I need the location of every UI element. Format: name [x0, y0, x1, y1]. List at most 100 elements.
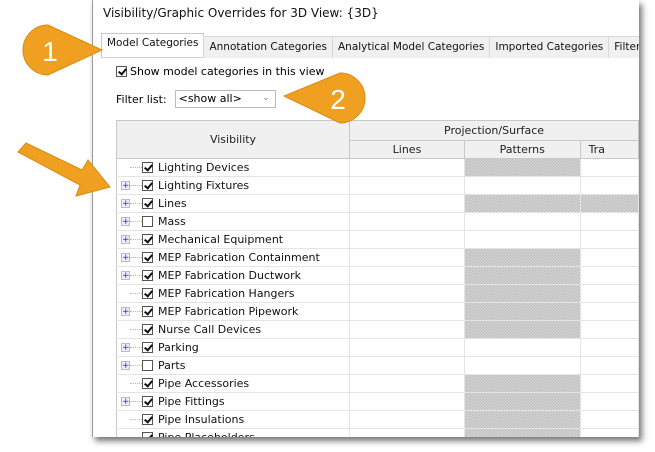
patterns-cell[interactable] — [464, 356, 581, 375]
expand-icon[interactable]: + — [121, 397, 130, 407]
table-row[interactable]: + Mechanical Equipment — [115, 230, 639, 249]
table-row[interactable]: + MEP Fabrication Pipework — [115, 302, 639, 321]
visibility-checkbox[interactable] — [142, 432, 153, 437]
expand-icon[interactable]: + — [121, 235, 130, 245]
visibility-checkbox[interactable] — [142, 198, 153, 209]
table-row[interactable]: + Mass — [115, 212, 639, 231]
transparency-cell[interactable] — [580, 356, 639, 375]
header-transparency[interactable]: Tra — [579, 140, 639, 159]
transparency-cell[interactable] — [580, 374, 639, 393]
transparency-cell[interactable] — [580, 320, 639, 339]
patterns-cell[interactable] — [464, 302, 581, 321]
lines-cell[interactable] — [349, 266, 465, 285]
expand-icon[interactable]: + — [121, 181, 130, 191]
patterns-cell[interactable] — [464, 392, 581, 411]
patterns-cell[interactable] — [464, 320, 581, 339]
table-row[interactable]: + Pipe Fittings — [115, 392, 639, 411]
tab-analytical-model-categories[interactable]: Analytical Model Categories — [331, 36, 491, 58]
visibility-checkbox[interactable] — [142, 234, 153, 245]
visibility-checkbox[interactable] — [142, 252, 153, 263]
lines-cell[interactable] — [349, 248, 465, 267]
table-row[interactable]: + Lines — [115, 194, 639, 213]
transparency-cell[interactable] — [580, 338, 639, 357]
transparency-cell[interactable] — [580, 266, 639, 285]
transparency-cell[interactable] — [580, 176, 639, 195]
transparency-cell[interactable] — [580, 230, 639, 249]
table-row[interactable]: + MEP Fabrication Ductwork — [115, 266, 639, 285]
table-row[interactable]: + Parts — [115, 356, 639, 375]
table-row[interactable]: Pipe Insulations — [115, 410, 639, 429]
transparency-cell[interactable] — [580, 284, 639, 303]
visibility-checkbox[interactable] — [142, 360, 153, 371]
visibility-checkbox[interactable] — [142, 306, 153, 317]
patterns-cell[interactable] — [464, 230, 581, 249]
visibility-checkbox[interactable] — [142, 378, 153, 389]
expand-icon[interactable]: + — [121, 361, 130, 371]
lines-cell[interactable] — [349, 356, 465, 375]
transparency-cell[interactable] — [580, 410, 639, 429]
patterns-cell[interactable] — [464, 176, 581, 195]
patterns-cell[interactable] — [464, 248, 581, 267]
table-row[interactable]: + Lighting Fixtures — [115, 176, 639, 195]
transparency-cell[interactable] — [580, 158, 639, 177]
patterns-cell[interactable] — [464, 158, 581, 177]
visibility-checkbox[interactable] — [142, 216, 153, 227]
visibility-checkbox[interactable] — [142, 162, 153, 173]
visibility-checkbox[interactable] — [142, 180, 153, 191]
filter-list-dropdown[interactable]: <show all> ⌄ — [174, 90, 276, 108]
lines-cell[interactable] — [349, 392, 465, 411]
lines-cell[interactable] — [349, 284, 465, 303]
visibility-checkbox[interactable] — [142, 414, 153, 425]
tab-imported-categories[interactable]: Imported Categories — [489, 36, 610, 58]
transparency-cell[interactable] — [580, 212, 639, 231]
transparency-cell[interactable] — [580, 392, 639, 411]
lines-cell[interactable] — [349, 338, 465, 357]
patterns-cell[interactable] — [464, 194, 581, 213]
table-row[interactable]: Pipe Accessories — [115, 374, 639, 393]
table-row[interactable]: + MEP Fabrication Containment — [115, 248, 639, 267]
transparency-cell[interactable] — [580, 428, 639, 437]
lines-cell[interactable] — [349, 194, 465, 213]
visibility-checkbox[interactable] — [142, 270, 153, 281]
expand-icon[interactable]: + — [121, 343, 130, 353]
expand-icon[interactable]: + — [121, 271, 130, 281]
tab-filters[interactable]: Filters — [608, 36, 639, 58]
expand-icon[interactable]: + — [121, 199, 130, 209]
table-row[interactable]: Nurse Call Devices — [115, 320, 639, 339]
tab-annotation-categories[interactable]: Annotation Categories — [203, 36, 333, 58]
expand-icon[interactable]: + — [121, 217, 130, 227]
patterns-cell[interactable] — [464, 338, 581, 357]
lines-cell[interactable] — [349, 158, 465, 177]
transparency-cell[interactable] — [580, 248, 639, 267]
transparency-cell[interactable] — [580, 194, 639, 213]
patterns-cell[interactable] — [464, 212, 581, 231]
visibility-checkbox[interactable] — [142, 396, 153, 407]
lines-cell[interactable] — [349, 320, 465, 339]
lines-cell[interactable] — [349, 410, 465, 429]
visibility-checkbox[interactable] — [142, 288, 153, 299]
transparency-cell[interactable] — [580, 302, 639, 321]
visibility-checkbox[interactable] — [142, 324, 153, 335]
header-patterns[interactable]: Patterns — [463, 140, 581, 159]
header-visibility[interactable]: Visibility — [115, 120, 351, 159]
lines-cell[interactable] — [349, 428, 465, 437]
lines-cell[interactable] — [349, 230, 465, 249]
lines-cell[interactable] — [349, 176, 465, 195]
patterns-cell[interactable] — [464, 266, 581, 285]
expand-icon[interactable]: + — [121, 253, 130, 263]
visibility-checkbox[interactable] — [142, 342, 153, 353]
show-model-categories-checkbox[interactable] — [116, 66, 127, 77]
table-row[interactable]: Lighting Devices — [115, 158, 639, 177]
lines-cell[interactable] — [349, 374, 465, 393]
header-lines[interactable]: Lines — [349, 140, 465, 159]
table-row[interactable]: MEP Fabrication Hangers — [115, 284, 639, 303]
table-row[interactable]: Pipe Placeholders — [115, 428, 639, 437]
expand-icon[interactable]: + — [121, 307, 130, 317]
patterns-cell[interactable] — [464, 428, 581, 437]
patterns-cell[interactable] — [464, 284, 581, 303]
lines-cell[interactable] — [349, 302, 465, 321]
patterns-cell[interactable] — [464, 410, 581, 429]
tab-model-categories[interactable]: Model Categories — [101, 33, 205, 57]
table-row[interactable]: + Parking — [115, 338, 639, 357]
lines-cell[interactable] — [349, 212, 465, 231]
